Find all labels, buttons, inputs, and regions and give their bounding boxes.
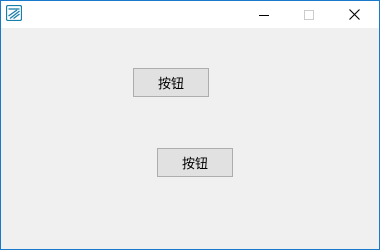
- minimize-button[interactable]: [241, 1, 286, 28]
- button-1-label: 按钮: [157, 77, 184, 92]
- button-2-label: 按钮: [181, 157, 208, 172]
- title-bar[interactable]: [1, 1, 379, 28]
- button-2[interactable]: 按钮: [157, 148, 233, 177]
- app-window: 按钮 按钮: [0, 0, 380, 250]
- close-button[interactable]: [332, 1, 377, 28]
- button-1[interactable]: 按钮: [133, 68, 209, 97]
- minimize-icon: [258, 5, 269, 24]
- maximize-icon: [303, 5, 314, 24]
- app-icon[interactable]: [5, 4, 23, 22]
- client-area: 按钮 按钮: [1, 28, 379, 249]
- maximize-button[interactable]: [286, 1, 331, 28]
- close-icon: [349, 5, 360, 24]
